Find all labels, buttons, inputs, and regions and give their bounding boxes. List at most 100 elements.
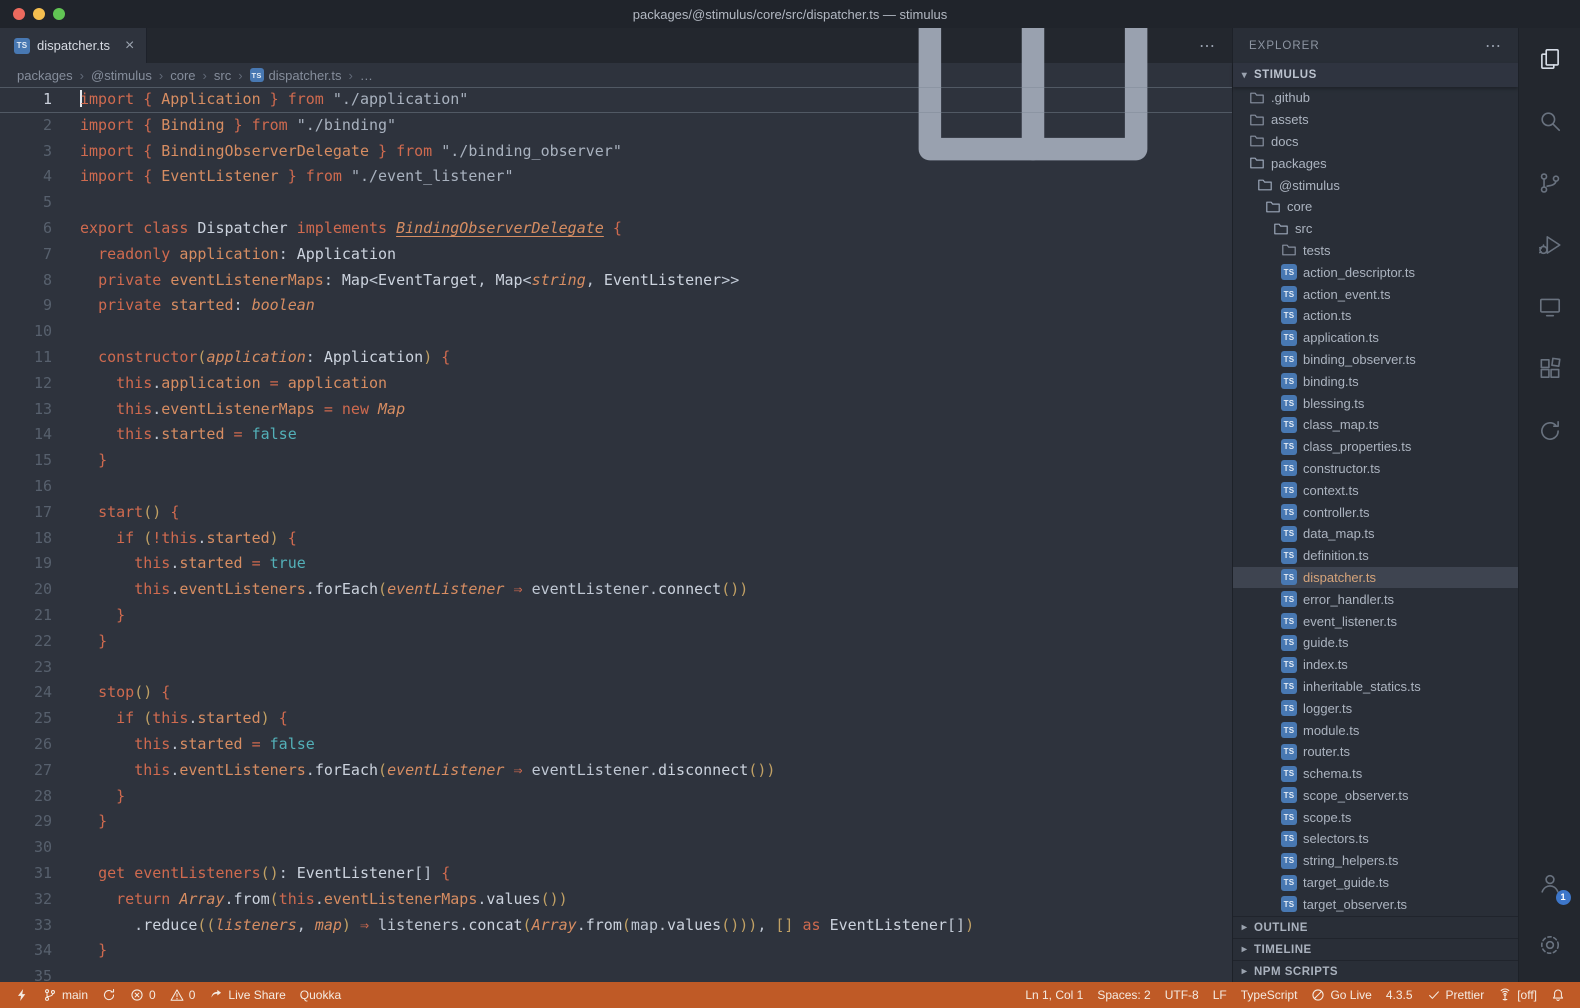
- code-line[interactable]: 12 this.application = application: [0, 371, 1232, 397]
- code-line[interactable]: 22 }: [0, 629, 1232, 655]
- code-line[interactable]: 8 private eventListenerMaps: Map<EventTa…: [0, 268, 1232, 294]
- tree-item[interactable]: TSstring_helpers.ts: [1233, 850, 1518, 872]
- tree-item[interactable]: @stimulus: [1233, 174, 1518, 196]
- minimize-window-button[interactable]: [33, 8, 45, 20]
- breadcrumb-item[interactable]: @stimulus: [91, 68, 152, 83]
- tree-item[interactable]: TSbinding_observer.ts: [1233, 349, 1518, 371]
- code-line[interactable]: 18 if (!this.started) {: [0, 526, 1232, 552]
- tree-item[interactable]: TSmodule.ts: [1233, 719, 1518, 741]
- tree-item[interactable]: TStarget_guide.ts: [1233, 872, 1518, 894]
- status-language-mode[interactable]: TypeScript: [1234, 982, 1305, 1008]
- tree-item[interactable]: TSdata_map.ts: [1233, 523, 1518, 545]
- code-line[interactable]: 10: [0, 319, 1232, 345]
- code-line[interactable]: 30: [0, 835, 1232, 861]
- code-line[interactable]: 9 private started: boolean: [0, 293, 1232, 319]
- code-line[interactable]: 1import { Application } from "./applicat…: [0, 87, 1232, 113]
- status-errors[interactable]: 0: [123, 982, 163, 1008]
- tree-item[interactable]: TSevent_listener.ts: [1233, 610, 1518, 632]
- code-line[interactable]: 27 this.eventListeners.forEach(eventList…: [0, 758, 1232, 784]
- tree-item[interactable]: TSlogger.ts: [1233, 697, 1518, 719]
- tab-dispatcher-ts[interactable]: TS dispatcher.ts ×: [0, 28, 147, 63]
- tree-item[interactable]: TSschema.ts: [1233, 763, 1518, 785]
- activity-source-control[interactable]: [1519, 152, 1580, 214]
- section-npm-scripts[interactable]: ▸NPM SCRIPTS: [1233, 960, 1518, 982]
- code-line[interactable]: 26 this.started = false: [0, 732, 1232, 758]
- breadcrumb-item[interactable]: …: [360, 68, 373, 83]
- activity-remote-explorer[interactable]: [1519, 276, 1580, 338]
- tree-item[interactable]: TSinheritable_statics.ts: [1233, 676, 1518, 698]
- close-tab-icon[interactable]: ×: [125, 38, 134, 54]
- tree-item[interactable]: TSaction_event.ts: [1233, 283, 1518, 305]
- code-line[interactable]: 23: [0, 655, 1232, 681]
- code-line[interactable]: 11 constructor(application: Application)…: [0, 345, 1232, 371]
- tree-item[interactable]: TSindex.ts: [1233, 654, 1518, 676]
- code-line[interactable]: 21 }: [0, 603, 1232, 629]
- zoom-window-button[interactable]: [53, 8, 65, 20]
- tree-item[interactable]: docs: [1233, 131, 1518, 153]
- code-line[interactable]: 20 this.eventListeners.forEach(eventList…: [0, 577, 1232, 603]
- code-line[interactable]: 17 start() {: [0, 500, 1232, 526]
- status-go-live[interactable]: Go Live: [1304, 982, 1378, 1008]
- tree-item[interactable]: TSaction.ts: [1233, 305, 1518, 327]
- code-line[interactable]: 4import { EventListener } from "./event_…: [0, 164, 1232, 190]
- code-line[interactable]: 29 }: [0, 809, 1232, 835]
- activity-accounts[interactable]: 1: [1519, 852, 1580, 914]
- tree-item[interactable]: TScontroller.ts: [1233, 501, 1518, 523]
- tree-item[interactable]: core: [1233, 196, 1518, 218]
- breadcrumb-item[interactable]: src: [214, 68, 231, 83]
- activity-live-share[interactable]: [1519, 400, 1580, 462]
- tree-item[interactable]: TScontext.ts: [1233, 479, 1518, 501]
- status-indentation[interactable]: Spaces: 2: [1090, 982, 1157, 1008]
- code-line[interactable]: 25 if (this.started) {: [0, 706, 1232, 732]
- section-stimulus[interactable]: ▾ STIMULUS: [1233, 63, 1518, 87]
- code-line[interactable]: 34 }: [0, 938, 1232, 964]
- activity-run-debug[interactable]: [1519, 214, 1580, 276]
- tree-item[interactable]: TSclass_properties.ts: [1233, 436, 1518, 458]
- activity-extensions[interactable]: [1519, 338, 1580, 400]
- tree-item[interactable]: TSapplication.ts: [1233, 327, 1518, 349]
- status-quokka[interactable]: Quokka: [293, 982, 348, 1008]
- tree-item[interactable]: TSaction_descriptor.ts: [1233, 261, 1518, 283]
- code-line[interactable]: 19 this.started = true: [0, 551, 1232, 577]
- section-outline[interactable]: ▸OUTLINE: [1233, 916, 1518, 938]
- status-warnings[interactable]: 0: [163, 982, 203, 1008]
- code-line[interactable]: 33 .reduce((listeners, map) ⇒ listeners.…: [0, 913, 1232, 939]
- tree-item[interactable]: TSerror_handler.ts: [1233, 588, 1518, 610]
- code-line[interactable]: 32 return Array.from(this.eventListenerM…: [0, 887, 1232, 913]
- tree-item[interactable]: TStarget_observer.ts: [1233, 893, 1518, 915]
- status-cursor-position[interactable]: Ln 1, Col 1: [1018, 982, 1090, 1008]
- status-sync[interactable]: [95, 982, 123, 1008]
- tree-item[interactable]: .github: [1233, 87, 1518, 109]
- code-line[interactable]: 31 get eventListeners(): EventListener[]…: [0, 861, 1232, 887]
- code-line[interactable]: 13 this.eventListenerMaps = new Map: [0, 397, 1232, 423]
- code-line[interactable]: 7 readonly application: Application: [0, 242, 1232, 268]
- section-timeline[interactable]: ▸TIMELINE: [1233, 938, 1518, 960]
- status-eol[interactable]: LF: [1206, 982, 1234, 1008]
- tree-item[interactable]: TSdefinition.ts: [1233, 545, 1518, 567]
- status-encoding[interactable]: UTF-8: [1158, 982, 1206, 1008]
- status-prettier[interactable]: Prettier: [1420, 982, 1492, 1008]
- tree-item[interactable]: TSblessing.ts: [1233, 392, 1518, 414]
- status-live-share[interactable]: Live Share: [202, 982, 292, 1008]
- code-line[interactable]: 28 }: [0, 784, 1232, 810]
- tree-item[interactable]: TSdispatcher.ts: [1233, 567, 1518, 589]
- explorer-more-actions-icon[interactable]: ⋯: [1485, 36, 1502, 56]
- code-line[interactable]: 6export class Dispatcher implements Bind…: [0, 216, 1232, 242]
- status-off-toggle[interactable]: [off]: [1491, 982, 1544, 1008]
- close-window-button[interactable]: [13, 8, 25, 20]
- status-notifications[interactable]: [1544, 982, 1572, 1008]
- tree-item[interactable]: TSselectors.ts: [1233, 828, 1518, 850]
- activity-settings[interactable]: [1519, 914, 1580, 976]
- tree-item[interactable]: TSscope_observer.ts: [1233, 785, 1518, 807]
- activity-search[interactable]: [1519, 90, 1580, 152]
- status-remote-indicator[interactable]: [8, 982, 36, 1008]
- tree-item[interactable]: assets: [1233, 109, 1518, 131]
- code-line[interactable]: 16: [0, 474, 1232, 500]
- tree-item[interactable]: tests: [1233, 240, 1518, 262]
- breadcrumb-item[interactable]: TSdispatcher.ts: [250, 68, 342, 83]
- code-line[interactable]: 2import { Binding } from "./binding": [0, 113, 1232, 139]
- activity-explorer[interactable]: [1519, 28, 1580, 90]
- tree-item[interactable]: TSscope.ts: [1233, 806, 1518, 828]
- tree-item[interactable]: TSguide.ts: [1233, 632, 1518, 654]
- code-line[interactable]: 5: [0, 190, 1232, 216]
